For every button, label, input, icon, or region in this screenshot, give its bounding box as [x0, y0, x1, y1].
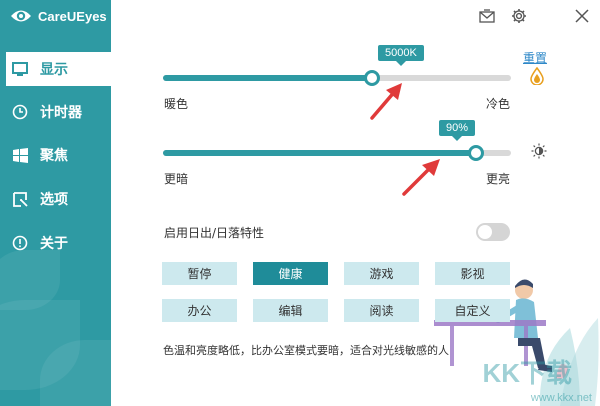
sunrise-sunset-label: 启用日出/日落特性: [164, 226, 265, 240]
mode-label: 自定义: [454, 304, 491, 318]
mode-button-edit[interactable]: 编辑: [253, 299, 328, 322]
mode-button-movie[interactable]: 影视: [435, 262, 510, 285]
reset-link[interactable]: 重置: [523, 49, 547, 66]
sidebar-item-label: 聚焦: [40, 148, 68, 164]
cool-label: 冷色: [486, 97, 511, 111]
options-icon: [12, 191, 28, 207]
drop-icon: [530, 67, 544, 85]
toggle-knob: [478, 225, 492, 239]
mode-label: 编辑: [278, 304, 303, 318]
mode-button-game[interactable]: 游戏: [344, 262, 419, 285]
watermark-url: www.kkx.net: [530, 392, 592, 404]
warm-label: 暖色: [164, 97, 189, 111]
sunrise-sunset-toggle[interactable]: [476, 223, 510, 241]
info-icon: [12, 235, 28, 251]
sidebar-item-about[interactable]: 关于: [0, 226, 111, 260]
watermark-logo: KK下载: [482, 358, 572, 388]
mode-button-custom[interactable]: 自定义: [435, 299, 510, 322]
mode-button-pause[interactable]: 暂停: [162, 262, 237, 285]
mode-button-read[interactable]: 阅读: [344, 299, 419, 322]
app-title: CareUEyes: [38, 8, 107, 24]
darker-label: 更暗: [164, 172, 189, 186]
monitor-icon: [12, 61, 28, 77]
sidebar-item-display[interactable]: 显示: [6, 52, 111, 86]
mode-description: 色温和亮度略低，比办公室模式要暗，适合对光线敏感的人: [163, 344, 449, 357]
settings-button[interactable]: [509, 6, 529, 26]
gear-icon: [512, 9, 526, 23]
windows-icon: [12, 147, 28, 163]
app-logo: CareUEyes: [10, 8, 107, 24]
mode-button-office[interactable]: 办公: [162, 299, 237, 322]
sidebar: CareUEyes 显示 计时器 聚焦 选项 关于: [0, 0, 111, 406]
mode-label: 暂停: [187, 267, 212, 281]
close-icon: [575, 9, 589, 23]
slider-fill: [163, 75, 372, 81]
red-arrow-icon: [370, 83, 402, 120]
color-temp-slider[interactable]: [163, 70, 511, 86]
close-button[interactable]: [572, 6, 592, 26]
eye-icon: [11, 10, 31, 22]
red-arrow-icon: [402, 159, 440, 196]
mode-label: 游戏: [369, 267, 394, 281]
mode-label: 阅读: [369, 304, 394, 318]
mode-label: 健康: [278, 267, 303, 281]
brightness-slider[interactable]: [163, 145, 511, 161]
sidebar-item-options[interactable]: 选项: [0, 182, 111, 216]
sidebar-item-label: 显示: [40, 62, 68, 78]
brighter-label: 更亮: [486, 172, 511, 186]
slider-thumb[interactable]: [468, 145, 485, 161]
brightness-value: 90%: [439, 120, 476, 141]
sidebar-item-focus[interactable]: 聚焦: [0, 138, 111, 172]
sidebar-item-label: 计时器: [40, 105, 82, 121]
brightness-icon: [531, 143, 547, 159]
mode-label: 影视: [460, 267, 485, 281]
color-temp-value: 5000K: [378, 45, 424, 66]
mode-label: 办公: [187, 304, 212, 318]
clock-icon: [12, 104, 28, 120]
mail-icon: [479, 9, 495, 23]
sidebar-item-timer[interactable]: 计时器: [0, 95, 111, 129]
mode-button-health[interactable]: 健康: [253, 262, 328, 285]
sidebar-item-label: 关于: [40, 236, 68, 252]
sidebar-item-label: 选项: [40, 192, 68, 208]
mail-button[interactable]: [477, 6, 497, 26]
